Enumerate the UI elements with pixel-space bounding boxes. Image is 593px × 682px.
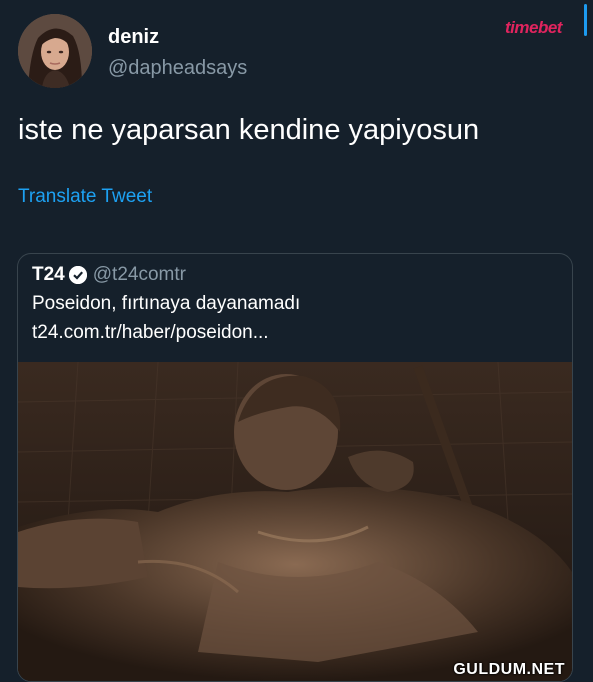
fallen-statue-image xyxy=(18,361,572,681)
quoted-tweet-text: Poseidon, fırtınaya dayanamadı xyxy=(32,293,301,314)
quoted-tweet-header: T24 @t24comtr xyxy=(32,264,186,286)
avatar-photo xyxy=(18,14,92,88)
quoted-tweet-card[interactable]: T24 @t24comtr Poseidon, fırtınaya dayana… xyxy=(17,253,573,682)
quoted-tweet-link[interactable]: t24.com.tr/haber/poseidon... xyxy=(32,322,269,344)
scroll-indicator[interactable] xyxy=(584,4,587,36)
tweet-text: iste ne yaparsan kendine yapiyosun xyxy=(18,114,480,146)
brand-logo: timebet xyxy=(505,18,562,38)
user-handle[interactable]: @dapheadsays xyxy=(108,57,247,80)
quoted-tweet-image[interactable]: GULDUM.NET xyxy=(18,361,572,681)
watermark: GULDUM.NET xyxy=(453,661,565,678)
avatar[interactable] xyxy=(18,14,92,88)
quoted-tweet-handle: @t24comtr xyxy=(92,264,186,285)
quoted-tweet-name: T24 xyxy=(32,264,65,285)
user-name[interactable]: deniz xyxy=(108,26,159,49)
verified-badge-icon xyxy=(68,266,87,284)
brand-logo-text: timebet xyxy=(505,18,562,37)
translate-tweet-link[interactable]: Translate Tweet xyxy=(18,186,152,208)
